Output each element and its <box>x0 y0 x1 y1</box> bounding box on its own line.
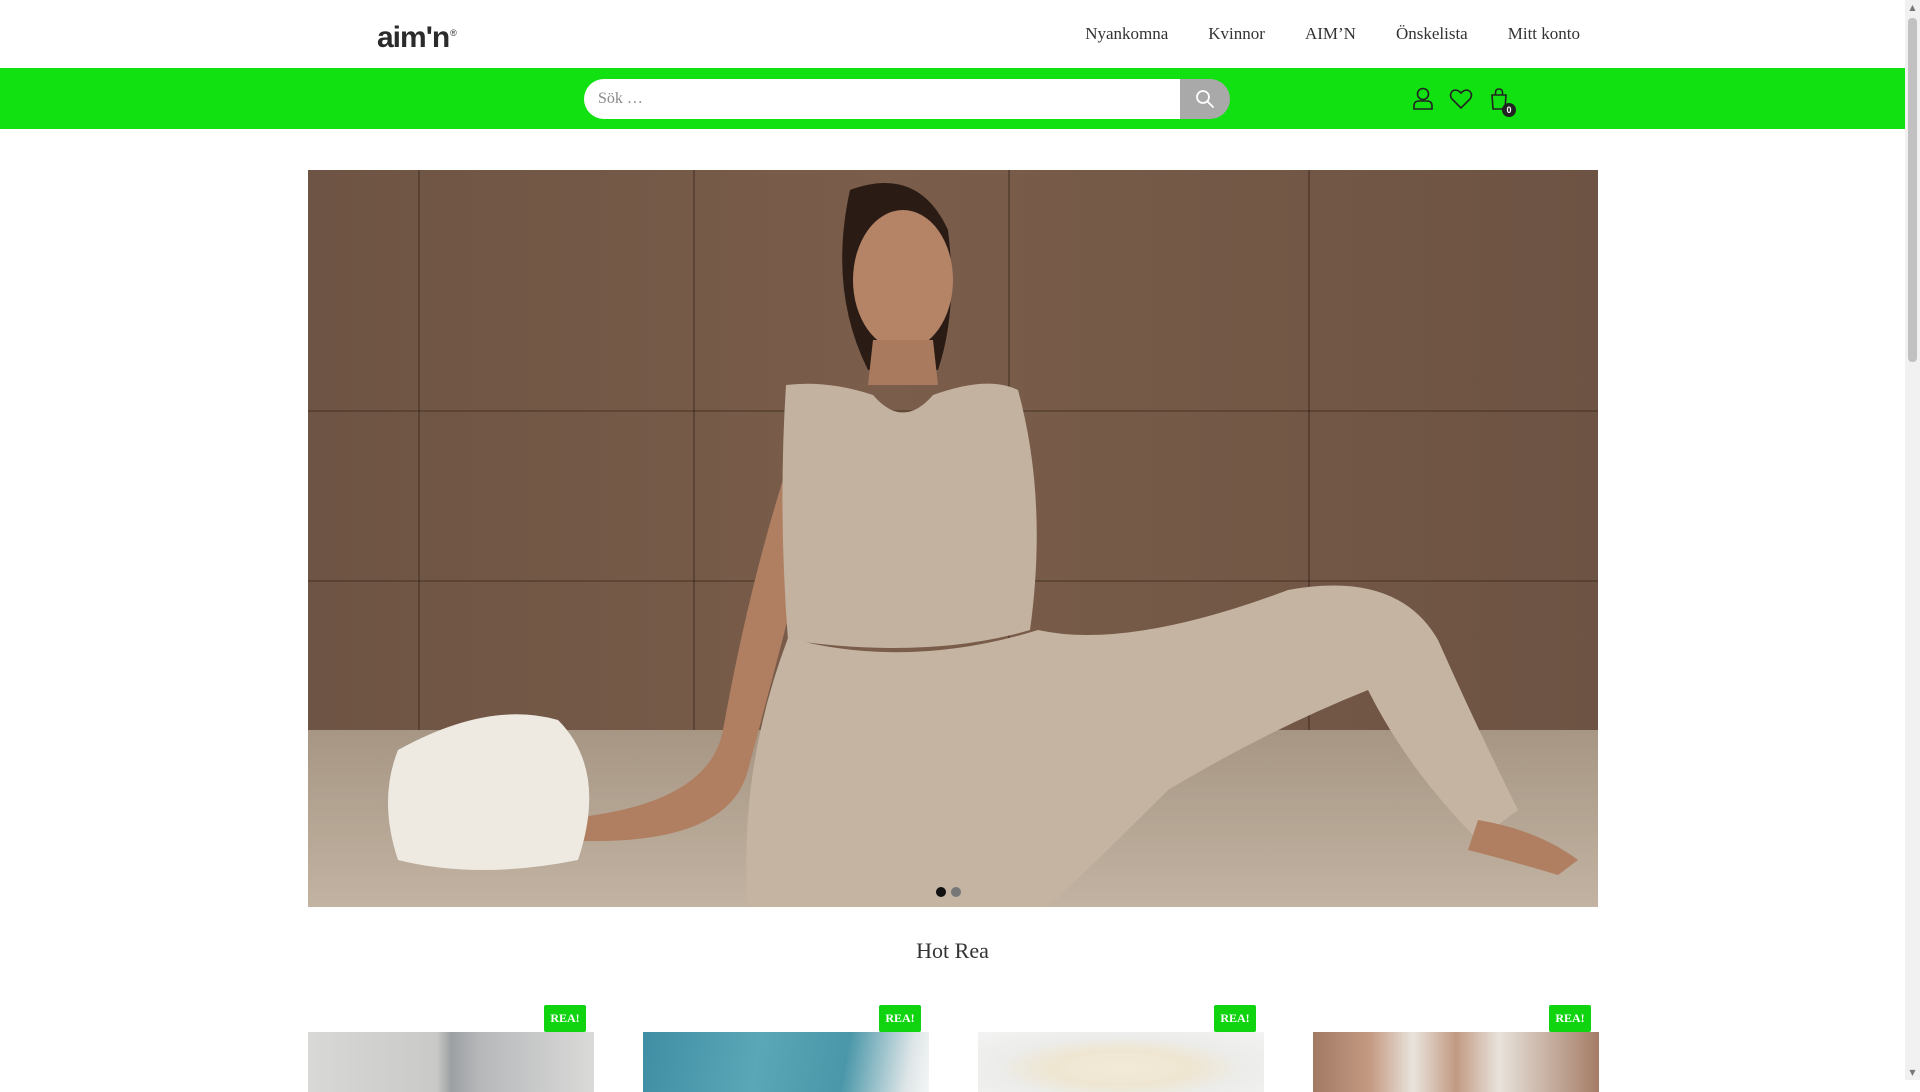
scroll-down-arrow-icon[interactable]: ▼ <box>1905 1065 1920 1080</box>
sale-badge: REA! <box>544 1005 586 1032</box>
search-input[interactable] <box>584 79 1180 119</box>
product-card[interactable]: REA! <box>308 1005 594 1092</box>
page-scrollbar[interactable]: ▲ ▼ <box>1905 0 1920 1080</box>
search-icon <box>1196 90 1214 108</box>
product-image[interactable] <box>643 1032 929 1092</box>
product-grid: REA! REA! REA! REA! <box>308 1005 1599 1092</box>
slider-dot-2[interactable] <box>951 887 961 897</box>
cart-count-badge: 0 <box>1502 103 1516 117</box>
search-form <box>584 79 1230 119</box>
logo-text: aim'n <box>377 21 450 54</box>
sale-badge: REA! <box>1549 1005 1591 1032</box>
product-image[interactable] <box>1313 1032 1599 1092</box>
search-button[interactable] <box>1180 79 1230 119</box>
top-header: aim'n® Nyankomna Kvinnor AIM’N Önskelist… <box>0 0 1905 68</box>
slider-dots <box>936 887 966 897</box>
search-bar-strip: 0 <box>0 68 1905 129</box>
scrollbar-thumb[interactable] <box>1908 18 1917 362</box>
brand-logo[interactable]: aim'n® <box>377 18 457 54</box>
header-icons: 0 <box>1410 82 1524 117</box>
product-image[interactable] <box>978 1032 1264 1092</box>
product-card[interactable]: REA! <box>978 1005 1264 1092</box>
hero-model-image <box>388 183 1578 907</box>
cart-button[interactable]: 0 <box>1486 86 1516 117</box>
nav-item-nyankomna[interactable]: Nyankomna <box>1085 24 1168 44</box>
nav-item-kvinnor[interactable]: Kvinnor <box>1208 24 1265 44</box>
nav-item-aimn[interactable]: AIM’N <box>1305 24 1356 44</box>
product-card[interactable]: REA! <box>643 1005 929 1092</box>
nav-item-wishlist[interactable]: Önskelista <box>1396 24 1468 44</box>
heart-icon <box>1449 89 1473 110</box>
hero-slider[interactable] <box>308 170 1598 907</box>
wishlist-button[interactable] <box>1448 86 1474 112</box>
nav-item-my-account[interactable]: Mitt konto <box>1508 24 1580 44</box>
logo-registered-mark: ® <box>450 28 457 38</box>
scroll-up-arrow-icon[interactable]: ▲ <box>1905 0 1920 15</box>
sale-badge: REA! <box>1214 1005 1256 1032</box>
user-icon <box>1413 87 1433 110</box>
product-card[interactable]: REA! <box>1313 1005 1599 1092</box>
slider-dot-1[interactable] <box>936 887 946 897</box>
sale-badge: REA! <box>879 1005 921 1032</box>
section-title: Hot Rea <box>916 938 989 963</box>
main-nav: Nyankomna Kvinnor AIM’N Önskelista Mitt … <box>1045 0 1580 68</box>
product-image[interactable] <box>308 1032 594 1092</box>
account-button[interactable] <box>1410 86 1436 112</box>
